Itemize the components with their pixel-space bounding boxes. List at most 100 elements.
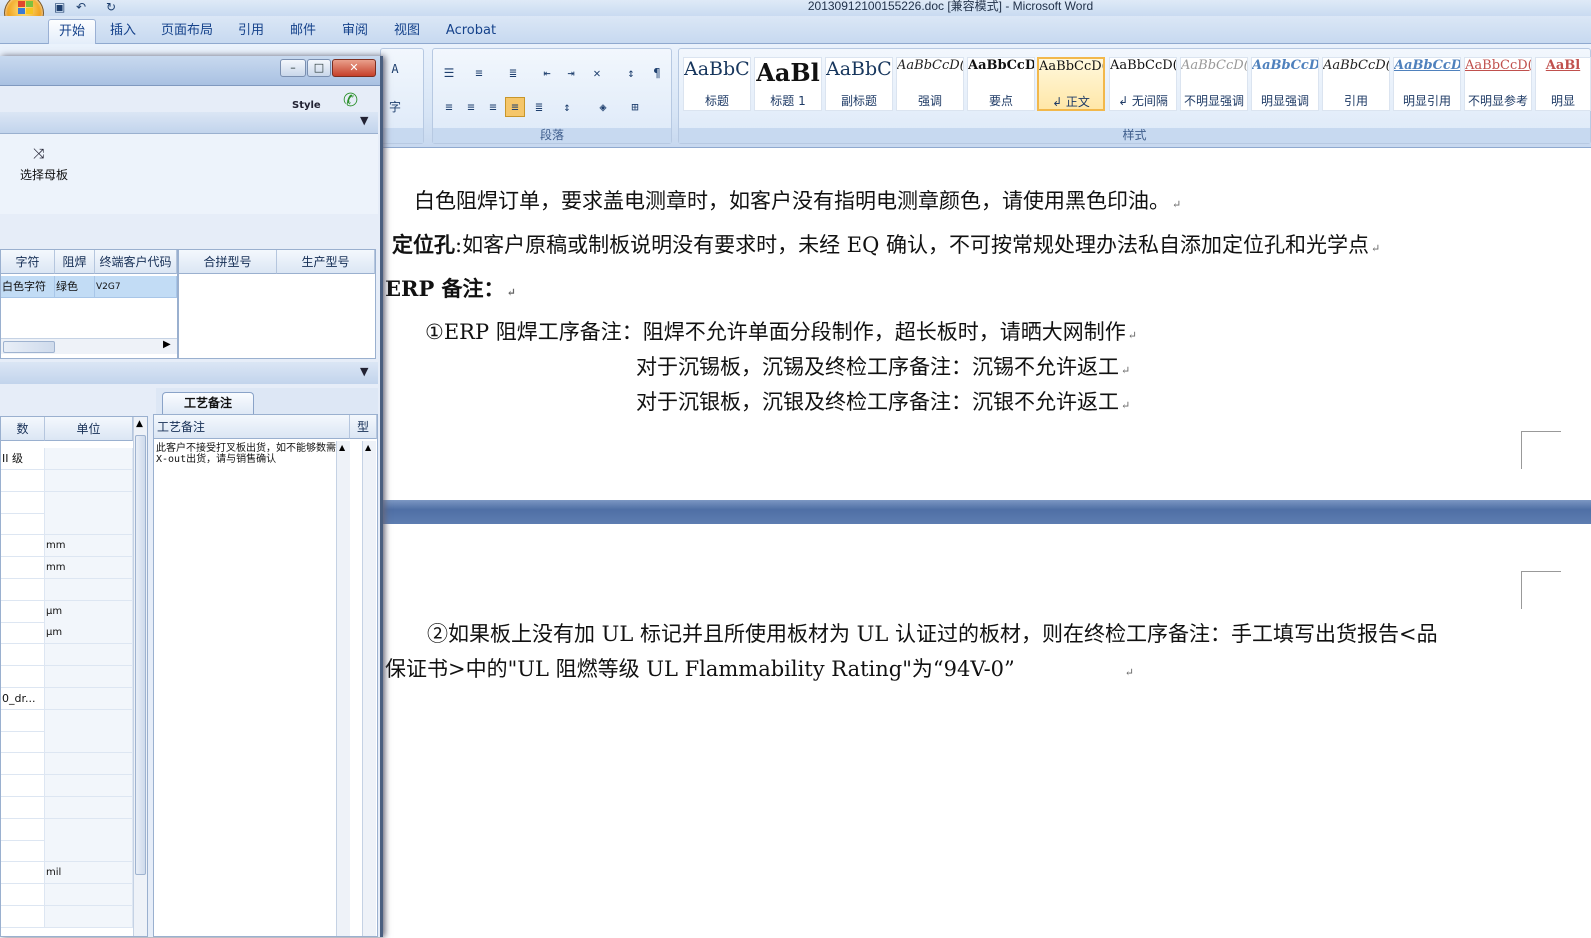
type-scrollbar[interactable]: ▲ bbox=[362, 441, 376, 936]
table-row[interactable]: 白色字符 绿色 V2G7 bbox=[1, 276, 177, 298]
table-row[interactable] bbox=[1, 905, 133, 928]
line-spacing-icon[interactable]: ↕ bbox=[557, 97, 577, 117]
cell-value: 0_dr... bbox=[1, 687, 45, 710]
table-row[interactable] bbox=[1, 513, 133, 536]
cell-unit bbox=[45, 578, 133, 601]
style-normal[interactable]: AaBbCcD(↲ 正文 bbox=[1037, 57, 1105, 111]
vertical-scrollbar[interactable]: ▲ bbox=[133, 417, 147, 936]
col-header-char[interactable]: 字符 bbox=[1, 250, 55, 274]
table-row[interactable] bbox=[1, 796, 133, 819]
table-row[interactable] bbox=[1, 491, 133, 514]
chinese-layout-icon[interactable]: ✕ bbox=[587, 63, 607, 83]
tab-view[interactable]: 视图 bbox=[386, 19, 428, 44]
select-master-button[interactable]: 选择母板 bbox=[20, 166, 68, 183]
scroll-thumb[interactable] bbox=[3, 341, 55, 353]
style-intense-emphasis[interactable]: AaBbCcD(明显强调 bbox=[1251, 57, 1319, 111]
table-row[interactable] bbox=[1, 818, 133, 841]
tab-acrobat[interactable]: Acrobat bbox=[440, 19, 502, 44]
table-row[interactable] bbox=[1, 644, 133, 667]
table-row[interactable]: mm bbox=[1, 557, 133, 579]
table-row[interactable] bbox=[1, 840, 133, 863]
save-icon[interactable]: ▣ bbox=[54, 0, 65, 14]
table-row[interactable] bbox=[1, 753, 133, 776]
table-row[interactable]: μm bbox=[1, 622, 133, 645]
dialog-title-bar[interactable]: Style – □ ✕ ✆ bbox=[0, 56, 380, 111]
table-row[interactable]: mil bbox=[1, 862, 133, 885]
scroll-up-icon[interactable]: ▲ bbox=[339, 443, 345, 452]
col-header-production-model[interactable]: 生产型号 bbox=[277, 250, 375, 274]
sort-icon[interactable]: ↕ bbox=[621, 63, 641, 83]
multilevel-list-icon[interactable]: ≣ bbox=[503, 63, 523, 83]
note-scrollbar[interactable]: ▲ bbox=[336, 441, 350, 936]
cell-value bbox=[1, 578, 45, 601]
undo-icon[interactable]: ↶ bbox=[76, 0, 86, 14]
style-strong[interactable]: AaBbCcD 要点 bbox=[967, 57, 1035, 111]
style-subtitle[interactable]: AaBbC(副标题 bbox=[825, 57, 893, 111]
collapse-icon[interactable]: ▼ bbox=[360, 365, 368, 378]
table-row[interactable]: II 级 bbox=[1, 448, 133, 470]
phone-icon[interactable]: ✆ bbox=[343, 90, 358, 111]
table-row[interactable]: 0_dr... bbox=[1, 687, 133, 710]
enclose-char-icon[interactable]: 字 bbox=[385, 97, 405, 117]
show-marks-icon[interactable]: ¶ bbox=[647, 63, 667, 83]
table-row[interactable]: mm bbox=[1, 535, 133, 558]
table-row[interactable] bbox=[1, 731, 133, 754]
document-page[interactable]: 白色阻焊订单，要求盖电测章时，如客户没有指明电测章颜色，请使用黑色印油。 ↵ 定位… bbox=[383, 149, 1591, 937]
style-title[interactable]: AaBbC(标题 bbox=[683, 57, 751, 111]
style-no-spacing[interactable]: AaBbCcD(↲ 无间隔 bbox=[1109, 57, 1177, 111]
bullets-icon[interactable]: ☰ bbox=[439, 63, 459, 83]
decrease-indent-icon[interactable]: ⇤ bbox=[537, 63, 557, 83]
font-border-icon[interactable]: A bbox=[385, 59, 405, 79]
align-right-icon[interactable]: ≡ bbox=[483, 97, 503, 117]
table-row[interactable] bbox=[1, 578, 133, 601]
borders-icon[interactable]: ⊞ bbox=[625, 97, 645, 117]
close-button[interactable]: ✕ bbox=[332, 59, 376, 77]
style-intense-quote[interactable]: AaBbCcD(明显引用 bbox=[1393, 57, 1461, 111]
scroll-thumb[interactable] bbox=[135, 435, 146, 875]
col-header-solder[interactable]: 阻焊 bbox=[55, 250, 95, 274]
table-row[interactable]: μm bbox=[1, 600, 133, 623]
redo-icon[interactable]: ↻ bbox=[106, 0, 116, 14]
justify-icon[interactable]: ≡ bbox=[505, 97, 525, 117]
col-header-value[interactable]: 数 bbox=[1, 417, 45, 441]
process-note-text[interactable]: 此客户不接受打叉板出货，如不能够数需X-out出货，请与销售确认 bbox=[156, 443, 336, 933]
tab-home[interactable]: 开始 bbox=[48, 19, 96, 44]
style-heading1[interactable]: AaBl 标题 1 bbox=[754, 57, 822, 111]
scroll-up-icon[interactable]: ▲ bbox=[136, 419, 143, 429]
align-left-icon[interactable]: ≡ bbox=[439, 97, 459, 117]
table-row[interactable] bbox=[1, 666, 133, 688]
minimize-button[interactable]: – bbox=[280, 59, 306, 77]
tab-references[interactable]: 引用 bbox=[230, 19, 272, 44]
shading-icon[interactable]: ◈ bbox=[593, 97, 613, 117]
horizontal-scrollbar[interactable]: ▶ bbox=[1, 338, 177, 354]
col-header-customer-code[interactable]: 终端客户代码 bbox=[95, 250, 177, 274]
tab-mailings[interactable]: 邮件 bbox=[282, 19, 324, 44]
style-subtle-reference[interactable]: AaBbCcD(不明显参考 bbox=[1464, 57, 1532, 111]
scroll-up-icon[interactable]: ▲ bbox=[365, 443, 371, 452]
col-header-unit[interactable]: 单位 bbox=[45, 417, 133, 441]
table-row[interactable] bbox=[1, 709, 133, 732]
style-intense-reference[interactable]: AaBl 明显 bbox=[1535, 57, 1591, 111]
col-header-type[interactable]: 型 bbox=[350, 415, 377, 439]
table-row[interactable] bbox=[1, 775, 133, 797]
style-subtle-emphasis[interactable]: AaBbCcD(不明显强调 bbox=[1180, 57, 1248, 111]
table-row[interactable] bbox=[1, 469, 133, 492]
increase-indent-icon[interactable]: ⇥ bbox=[561, 63, 581, 83]
style-quote[interactable]: AaBbCcD(引用 bbox=[1322, 57, 1390, 111]
tab-process-note[interactable]: 工艺备注 bbox=[162, 392, 254, 414]
tab-review[interactable]: 审阅 bbox=[334, 19, 376, 44]
col-header-process-note[interactable]: 工艺备注 bbox=[154, 415, 350, 439]
align-center-icon[interactable]: ≡ bbox=[461, 97, 481, 117]
col-header-merge-model[interactable]: 合拼型号 bbox=[179, 250, 277, 274]
distributed-icon[interactable]: ≣ bbox=[529, 97, 549, 117]
shuffle-icon[interactable]: ⤨ bbox=[33, 146, 44, 162]
scroll-right-icon[interactable]: ▶ bbox=[163, 339, 171, 350]
tab-page-layout[interactable]: 页面布局 bbox=[154, 19, 220, 44]
maximize-button[interactable]: □ bbox=[307, 59, 331, 77]
style-emphasis[interactable]: AaBbCcD(强调 bbox=[896, 57, 964, 111]
collapse-icon[interactable]: ▼ bbox=[360, 114, 368, 127]
numbering-icon[interactable]: ≡ bbox=[469, 63, 489, 83]
tab-insert[interactable]: 插入 bbox=[100, 19, 146, 44]
style-label[interactable]: Style bbox=[292, 100, 321, 111]
table-row[interactable] bbox=[1, 884, 133, 906]
